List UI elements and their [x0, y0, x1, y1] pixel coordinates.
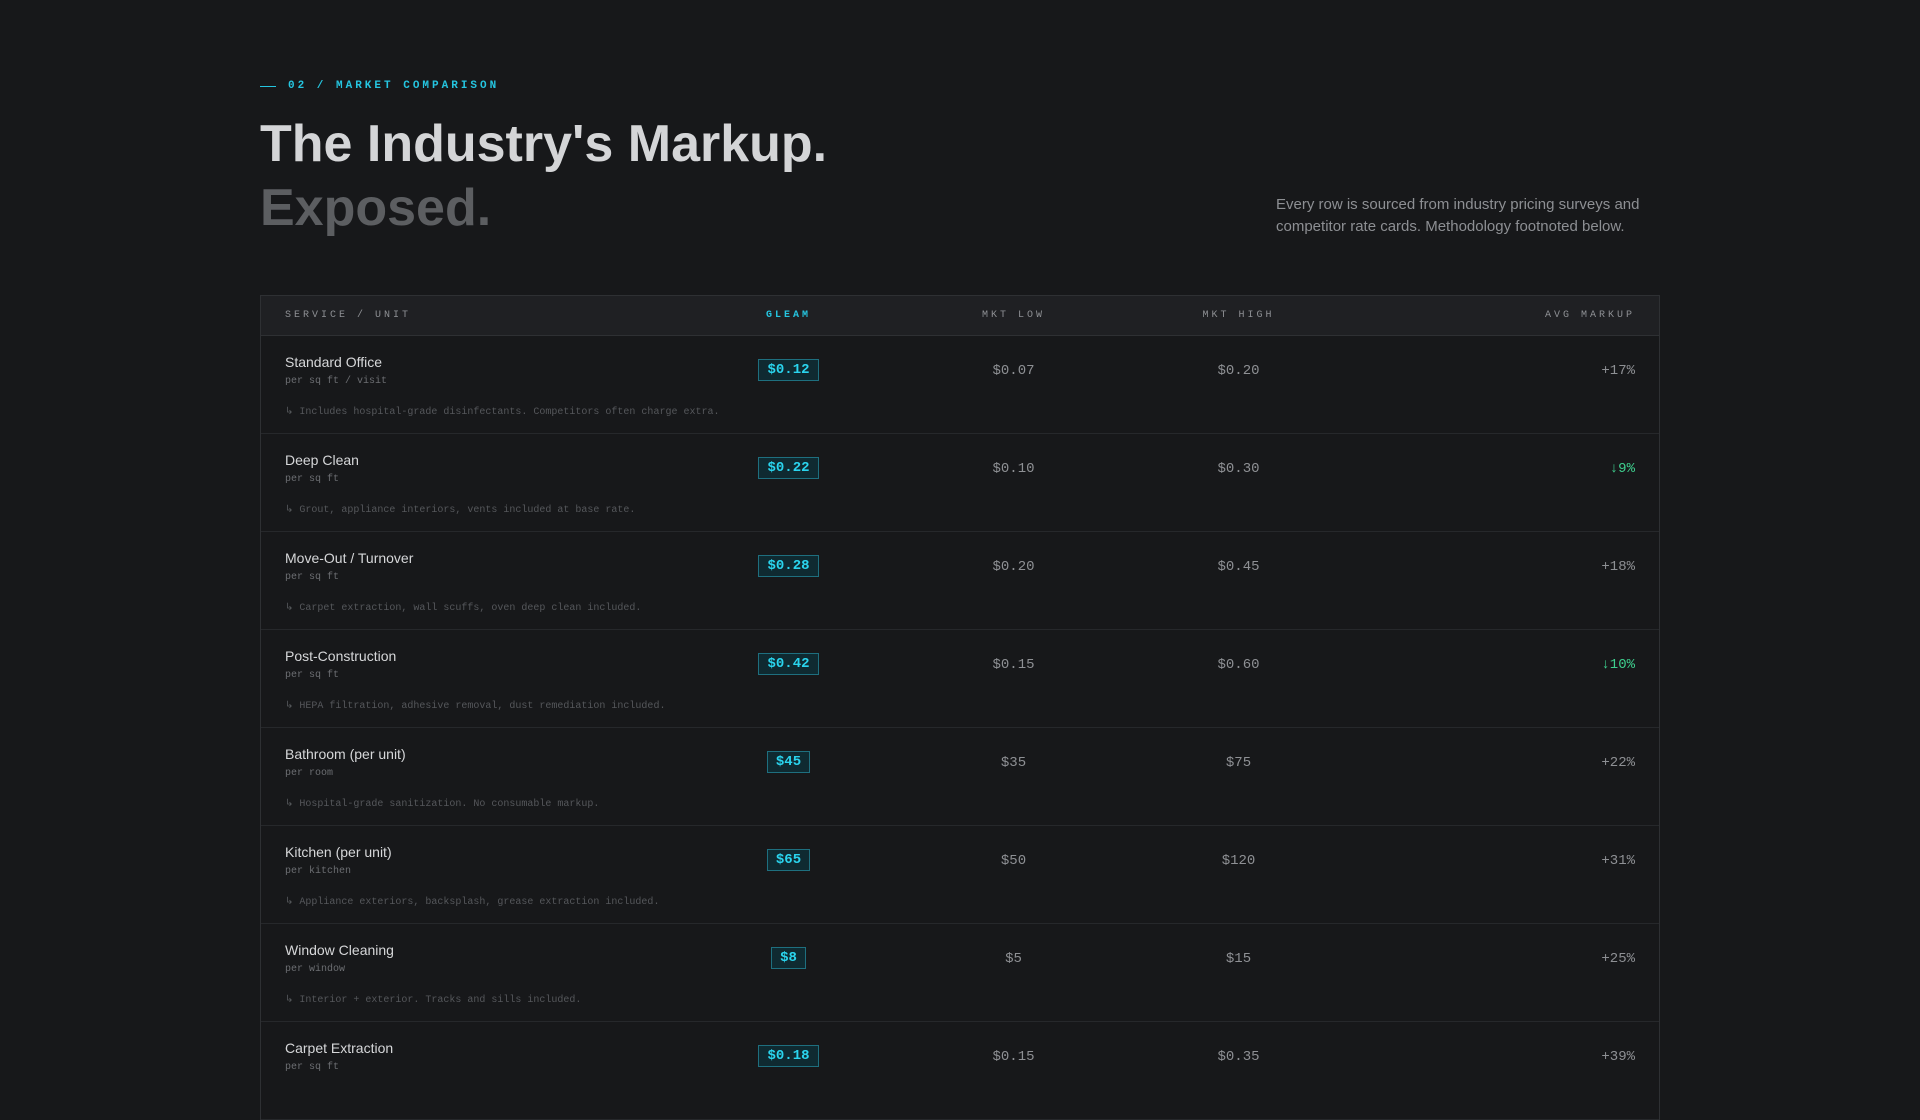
- service-description: ↳ Carpet extraction, wall scuffs, oven d…: [285, 603, 642, 614]
- service-unit: per sq ft / visit: [285, 376, 388, 387]
- page-title: The Industry's Markup. Exposed.: [260, 112, 827, 240]
- service-description: ↳ Grout, appliance interiors, vents incl…: [285, 505, 636, 516]
- gleam-price-cell: $0.12: [666, 359, 911, 381]
- methodology-note: Every row is sourced from industry prici…: [1276, 196, 1640, 235]
- service-name: Move-Out / Turnover: [285, 550, 414, 566]
- avg-markup-value: +18%: [1601, 559, 1635, 575]
- avg-markup-value: +39%: [1601, 1049, 1635, 1065]
- service-description: ↳ Interior + exterior. Tracks and sills …: [285, 995, 582, 1006]
- market-low-price: $50: [1000, 853, 1027, 869]
- avg-markup-value: +25%: [1601, 951, 1635, 967]
- service-name: Post-Construction: [285, 648, 397, 664]
- gleam-price-badge: $0.42: [758, 653, 819, 675]
- market-low-price: $0.15: [992, 657, 1035, 673]
- market-high-price: $0.45: [1217, 559, 1260, 575]
- gleam-price-badge: $65: [766, 849, 811, 871]
- table-row: Move-Out / Turnover per sq ft ↳ Carpet ext…: [261, 532, 1659, 630]
- header-service: SERVICE / UNIT: [285, 310, 412, 321]
- service-description: ↳ HEPA filtration, adhesive removal, dus…: [285, 701, 666, 712]
- table-row: Kitchen (per unit) per kitchen ↳ Appliance…: [261, 826, 1659, 924]
- title-line-2: Exposed.: [260, 179, 492, 237]
- table-body: Standard Office per sq ft / visit ↳ Includ…: [261, 336, 1659, 1120]
- gleam-price-cell: $0.22: [666, 457, 911, 479]
- comparison-table: SERVICE / UNIT GLEAM MKT LOW MKT HIGH AV…: [260, 295, 1660, 1120]
- service-unit: per sq ft: [285, 670, 340, 681]
- gleam-price-badge: $8: [771, 947, 806, 969]
- market-high-price: $0.20: [1217, 363, 1260, 379]
- table-row: Post-Construction per sq ft ↳ HEPA filtrat…: [261, 630, 1659, 728]
- avg-markup-value: +31%: [1601, 853, 1635, 869]
- service-name: Deep Clean: [285, 452, 359, 468]
- service-description: ↳ Includes hospital-grade disinfectants.…: [285, 407, 720, 418]
- service-description: ↳ Hospital-grade sanitization. No consum…: [285, 799, 600, 810]
- table-row: Carpet Extraction per sq ft $0.18 $0.15 $0.3…: [261, 1022, 1659, 1120]
- gleam-price-badge: $0.12: [758, 359, 819, 381]
- title-line-1: The Industry's Markup.: [260, 115, 828, 173]
- gleam-price-cell: $65: [666, 849, 911, 871]
- market-high-price: $120: [1221, 853, 1256, 869]
- table-header: SERVICE / UNIT GLEAM MKT LOW MKT HIGH AV…: [261, 296, 1659, 336]
- avg-markup-value: +22%: [1601, 755, 1635, 771]
- table-row: Standard Office per sq ft / visit ↳ Includ…: [261, 336, 1659, 434]
- market-high-price: $0.30: [1217, 461, 1260, 477]
- service-unit: per sq ft: [285, 572, 340, 583]
- service-name: Carpet Extraction: [285, 1040, 394, 1056]
- section-eyebrow: 02 / MARKET COMPARISON: [260, 80, 499, 92]
- gleam-price-cell: $0.18: [666, 1045, 911, 1067]
- service-unit: per room: [285, 768, 334, 779]
- table-row: Deep Clean per sq ft ↳ Grout, appliance in…: [261, 434, 1659, 532]
- avg-markup-value: ↓9%: [1609, 461, 1635, 477]
- gleam-price-badge: $45: [766, 751, 811, 773]
- market-high-price: $0.35: [1217, 1049, 1260, 1065]
- header-gleam: GLEAM: [765, 310, 811, 321]
- gleam-price-badge: $0.18: [758, 1045, 819, 1067]
- avg-markup-value: +17%: [1601, 363, 1635, 379]
- service-name: Window Cleaning: [285, 942, 394, 958]
- avg-markup-value: ↓10%: [1601, 657, 1635, 673]
- table-row: Window Cleaning per window ↳ Interior + ex…: [261, 924, 1659, 1022]
- eyebrow-label: 02 / MARKET COMPARISON: [288, 80, 500, 92]
- header-mkt-high: MKT HIGH: [1202, 310, 1275, 321]
- gleam-price-badge: $0.28: [758, 555, 819, 577]
- service-unit: per sq ft: [285, 474, 340, 485]
- market-low-price: $35: [1000, 755, 1027, 771]
- gleam-price-badge: $0.22: [758, 457, 819, 479]
- market-low-price: $0.15: [992, 1049, 1035, 1065]
- market-low-price: $0.20: [992, 559, 1035, 575]
- market-low-price: $0.10: [992, 461, 1035, 477]
- service-name: Standard Office: [285, 354, 383, 370]
- service-unit: per sq ft: [285, 1062, 340, 1073]
- market-low-price: $5: [1005, 951, 1022, 967]
- market-high-price: $0.60: [1217, 657, 1260, 673]
- service-name: Kitchen (per unit): [285, 844, 392, 860]
- service-unit: per kitchen: [285, 866, 352, 877]
- gleam-price-cell: $45: [666, 751, 911, 773]
- header-mkt-low: MKT LOW: [981, 310, 1045, 321]
- market-low-price: $0.07: [992, 363, 1035, 379]
- gleam-price-cell: $0.42: [666, 653, 911, 675]
- gleam-price-cell: $0.28: [666, 555, 911, 577]
- market-high-price: $75: [1225, 755, 1252, 771]
- gleam-price-cell: $8: [666, 947, 911, 969]
- eyebrow-dash: [260, 85, 276, 87]
- service-unit: per window: [285, 964, 346, 975]
- header-avg-markup: AVG MARKUP: [1544, 310, 1635, 321]
- service-description: ↳ Appliance exteriors, backsplash, greas…: [285, 897, 660, 908]
- service-name: Bathroom (per unit): [285, 746, 406, 762]
- table-row: Bathroom (per unit) per room ↳ Hospital-gr…: [261, 728, 1659, 826]
- market-high-price: $15: [1225, 951, 1252, 967]
